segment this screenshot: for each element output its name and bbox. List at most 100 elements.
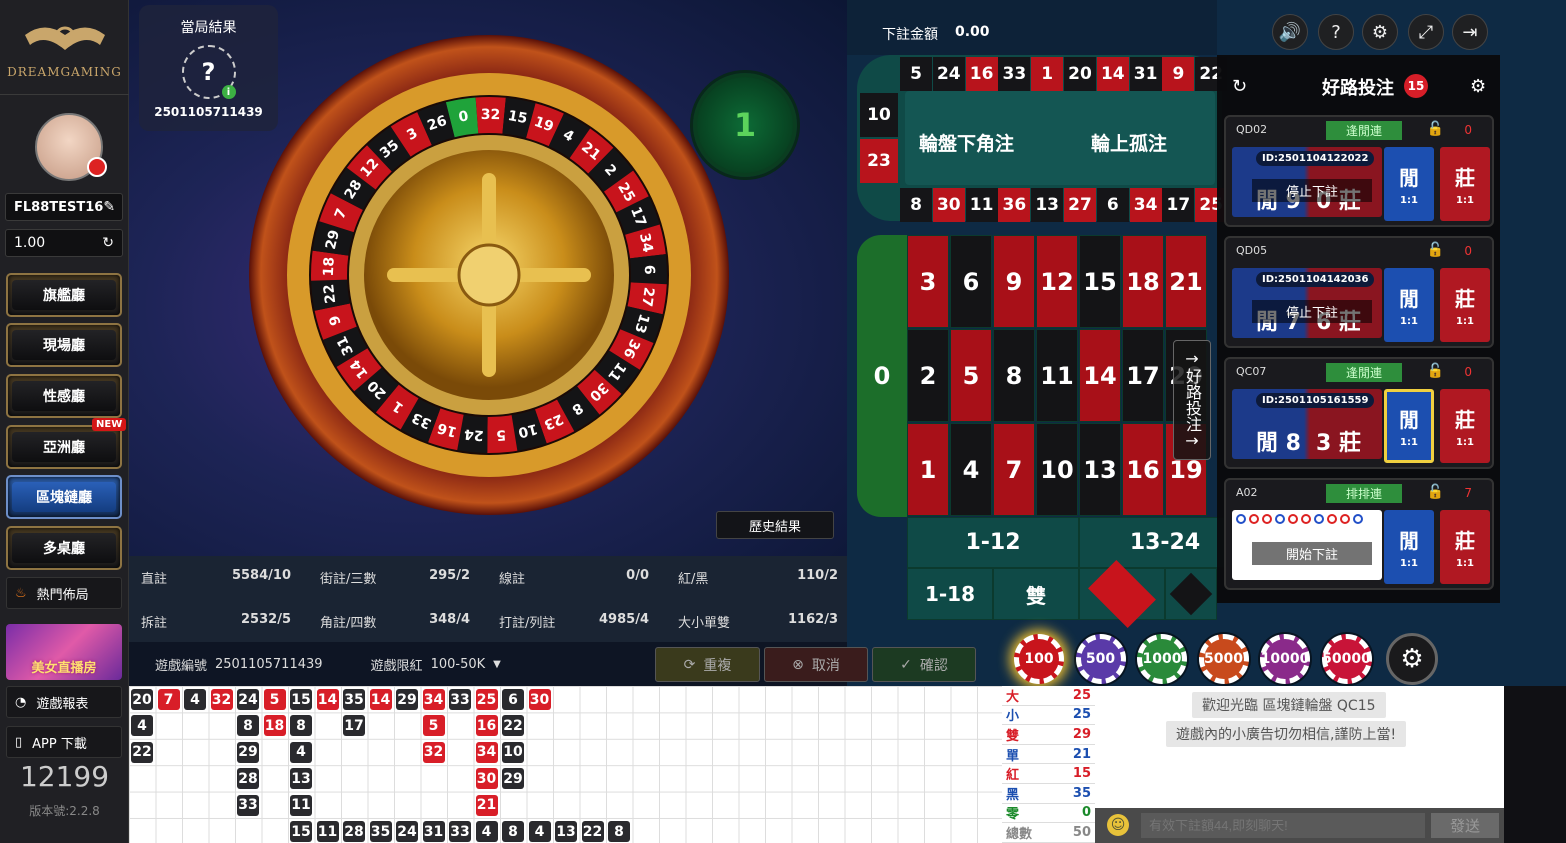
number-cell[interactable]: 21 — [1165, 235, 1207, 328]
sound-icon[interactable]: 🔊 — [1272, 14, 1308, 50]
number-cell[interactable]: 4 — [950, 423, 992, 516]
number-cell[interactable]: 13 — [1079, 423, 1121, 516]
cancel-button[interactable]: ⊗ 取消 — [764, 647, 868, 682]
racetrack-number[interactable]: 20 — [1064, 57, 1096, 91]
bet-red[interactable] — [1079, 560, 1165, 628]
chip-500[interactable]: 500 — [1075, 634, 1126, 684]
number-cell[interactable]: 7 — [993, 423, 1035, 516]
gear-icon[interactable]: ⚙ — [1362, 14, 1398, 50]
racetrack-number[interactable]: 13 — [1031, 188, 1064, 222]
banker-bet-button[interactable]: 莊 1:1 — [1440, 268, 1490, 342]
chat-input[interactable] — [1141, 813, 1425, 838]
lock-icon[interactable]: 🔓 — [1427, 484, 1444, 500]
number-cell[interactable]: 12 — [1036, 235, 1078, 328]
room-flagship[interactable]: 旗艦廳 — [6, 273, 122, 317]
orphans-bet[interactable]: 輪上孤注 — [1091, 129, 1167, 156]
racetrack-number[interactable]: 17 — [1162, 188, 1195, 222]
room-multi[interactable]: 多桌廳 — [6, 526, 122, 570]
exit-icon[interactable]: ⇥ — [1452, 14, 1488, 50]
neighbors-bet[interactable]: 輪盤下角注 — [919, 129, 1014, 156]
racetrack-number[interactable]: 8 — [900, 188, 932, 222]
good-road-card[interactable]: QD02 逢閒連 🔓 0 ID:2501104122022閒 90 莊停止下註閒1:1莊… — [1224, 115, 1494, 227]
chip-50000[interactable]: 50000 — [1321, 634, 1372, 684]
repeat-button[interactable]: ⟳ 重複 — [655, 647, 760, 682]
number-cell[interactable]: 1 — [907, 423, 949, 516]
number-cell[interactable]: 5 — [950, 329, 992, 422]
number-cell[interactable]: 8 — [993, 329, 1035, 422]
room-blockchain[interactable]: 區塊鏈廳 — [6, 475, 122, 519]
fullscreen-icon[interactable]: ⤢ — [1408, 14, 1444, 50]
chip-10000[interactable]: 10000 — [1260, 634, 1310, 684]
help-icon[interactable]: ? — [1318, 14, 1354, 50]
edit-icon[interactable]: ✎ — [103, 199, 115, 215]
bet-black[interactable] — [1165, 568, 1217, 620]
racetrack-number[interactable]: 16 — [965, 57, 998, 91]
good-road-card[interactable]: QD05 🔓 0 ID:2501104142036閒 76 莊停止下註閒1:1莊1:1 — [1224, 236, 1494, 348]
racetrack-number[interactable]: 36 — [998, 188, 1031, 222]
racetrack-number[interactable]: 30 — [932, 188, 965, 222]
refresh-icon[interactable]: ↻ — [102, 235, 114, 251]
player-bet-button[interactable]: 閒 1:1 — [1384, 268, 1434, 342]
game-report-button[interactable]: ◔ 遊戲報表 — [6, 686, 122, 718]
username-box[interactable]: FL88TEST16 ✎ — [5, 193, 123, 221]
app-download-button[interactable]: ▯ APP 下載 — [6, 726, 122, 758]
emoji-icon[interactable]: ☺ — [1107, 814, 1129, 836]
number-cell[interactable]: 11 — [1036, 329, 1078, 422]
room-live[interactable]: 現場廳 — [6, 323, 122, 367]
player-bet-button[interactable]: 閒 1:1 — [1384, 147, 1434, 221]
banker-bet-button[interactable]: 莊 1:1 — [1440, 510, 1490, 584]
chip-100[interactable]: 100 — [1014, 634, 1064, 684]
gear-icon[interactable]: ⚙ — [1470, 76, 1486, 97]
racetrack-number[interactable]: 11 — [965, 188, 998, 222]
bet-1-18[interactable]: 1-18 — [907, 568, 993, 620]
chevron-down-icon[interactable]: ▼ — [493, 659, 501, 670]
racetrack-number[interactable]: 6 — [1096, 188, 1129, 222]
racetrack-number[interactable]: 23 — [860, 139, 898, 183]
limit-select[interactable]: 100-50K — [431, 657, 486, 672]
room-asia[interactable]: 亞洲廳 — [6, 425, 122, 469]
racetrack-number[interactable]: 33 — [998, 57, 1031, 91]
chip-settings-icon[interactable]: ⚙ — [1386, 633, 1438, 685]
info-icon[interactable]: i — [221, 85, 236, 99]
lock-icon[interactable]: 🔓 — [1427, 242, 1444, 258]
number-cell[interactable]: 2 — [907, 329, 949, 422]
good-road-card[interactable]: QC07 逢閒連 🔓 0 ID:2501105161559 閒 8 3 莊閒 1:1 莊 1:1 — [1224, 357, 1494, 469]
number-cell[interactable]: 16 — [1122, 423, 1164, 516]
refresh-icon[interactable]: ↻ — [1232, 76, 1247, 97]
send-button[interactable]: 發送 — [1431, 813, 1499, 838]
number-cell[interactable]: 10 — [1036, 423, 1078, 516]
racetrack-number[interactable]: 10 — [860, 93, 898, 137]
racetrack-number[interactable]: 5 — [900, 57, 932, 91]
number-cell[interactable]: 15 — [1079, 235, 1121, 328]
number-cell[interactable]: 17 — [1122, 329, 1164, 422]
banker-bet-button[interactable]: 莊 1:1 — [1440, 389, 1490, 463]
banker-bet-button[interactable]: 莊 1:1 — [1440, 147, 1490, 221]
bet-even[interactable]: 雙 — [993, 568, 1079, 620]
chip-1000[interactable]: 1000 — [1137, 634, 1187, 684]
number-cell[interactable]: 18 — [1122, 235, 1164, 328]
dozen-1-12[interactable]: 1-12 — [907, 517, 1079, 568]
hot-layout-button[interactable]: ♨ 熱門佈局 — [6, 577, 122, 609]
lock-icon[interactable]: 🔓 — [1427, 121, 1444, 137]
player-bet-button[interactable]: 閒 1:1 — [1384, 389, 1434, 463]
lock-icon[interactable]: 🔓 — [1427, 363, 1444, 379]
number-cell[interactable]: 3 — [907, 235, 949, 328]
racetrack-number[interactable]: 24 — [932, 57, 965, 91]
player-bet-button[interactable]: 閒 1:1 — [1384, 510, 1434, 584]
number-cell-0[interactable]: 0 — [857, 235, 907, 517]
chip-5000[interactable]: 5000 — [1198, 634, 1249, 684]
confirm-button[interactable]: ✓ 確認 — [872, 647, 976, 682]
racetrack-number[interactable]: 1 — [1031, 57, 1064, 91]
history-results-button[interactable]: 歷史結果 — [716, 511, 834, 539]
racetrack-number[interactable]: 14 — [1096, 57, 1129, 91]
racetrack-number[interactable]: 9 — [1162, 57, 1195, 91]
racetrack-number[interactable]: 34 — [1129, 188, 1162, 222]
number-cell[interactable]: 14 — [1079, 329, 1121, 422]
racetrack-number[interactable]: 31 — [1129, 57, 1162, 91]
good-road-card[interactable]: A02 排排連 🔓 7 開始下註閒 1:1 莊 1:1 — [1224, 478, 1494, 590]
live-room-promo[interactable]: 美女直播房 — [6, 624, 122, 680]
good-road-tab[interactable]: → 好路投注 → — [1173, 340, 1211, 460]
racetrack-number[interactable]: 27 — [1064, 188, 1096, 222]
number-cell[interactable]: 9 — [993, 235, 1035, 328]
room-sexy[interactable]: 性感廳 — [6, 374, 122, 418]
